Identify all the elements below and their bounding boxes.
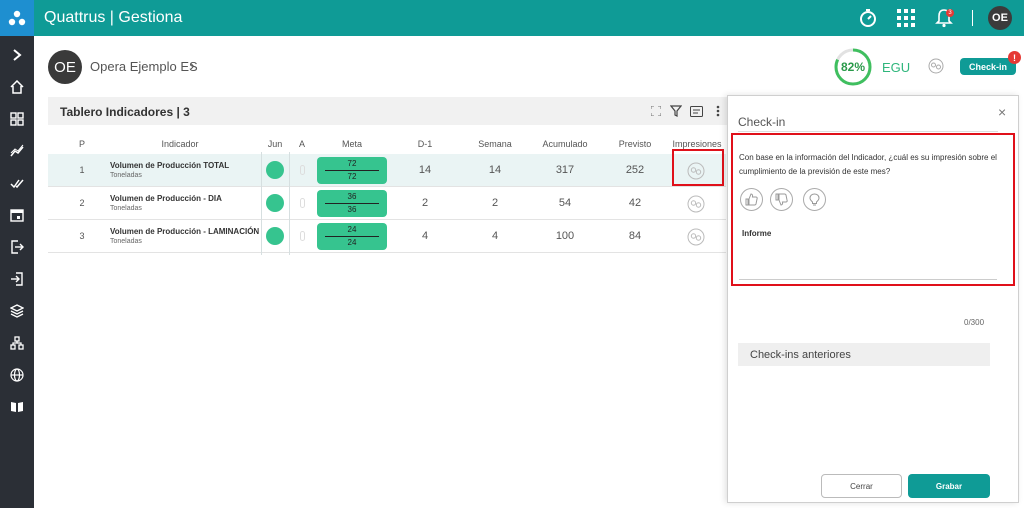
informe-label: Informe bbox=[742, 229, 772, 238]
thumbs-down-icon[interactable] bbox=[770, 188, 793, 211]
impression-question: Con base en la información del Indicador… bbox=[739, 153, 997, 176]
col-a: A bbox=[298, 139, 305, 149]
panel-title: Check-in bbox=[738, 115, 786, 129]
impression-faces-icon[interactable] bbox=[928, 58, 944, 79]
acumulado-value: 100 bbox=[555, 230, 575, 242]
meta-actual: 36 bbox=[347, 205, 357, 214]
unit-label: EGU bbox=[882, 60, 911, 75]
meta-target: 36 bbox=[347, 192, 357, 201]
previsto-value: 252 bbox=[625, 164, 645, 176]
lightbulb-icon[interactable] bbox=[803, 188, 826, 211]
app-logo-icon[interactable] bbox=[0, 0, 34, 36]
meta-actual: 72 bbox=[347, 172, 357, 181]
acumulado-value: 317 bbox=[555, 164, 575, 176]
indicator-unit: Toneladas bbox=[110, 172, 142, 179]
semana-value: 2 bbox=[491, 197, 499, 209]
status-circle[interactable] bbox=[266, 227, 284, 245]
org-chart-icon[interactable] bbox=[0, 331, 34, 355]
semana-value: 14 bbox=[488, 164, 502, 176]
filter-icon[interactable] bbox=[669, 104, 683, 118]
status-circle[interactable] bbox=[266, 161, 284, 179]
thumbs-up-icon[interactable] bbox=[740, 188, 763, 211]
char-counter: 0/300 bbox=[964, 318, 985, 327]
row-position: 2 bbox=[79, 198, 85, 208]
highlight-box bbox=[672, 149, 724, 186]
app-title: Quattrus | Gestiona bbox=[44, 9, 183, 26]
impression-icon[interactable] bbox=[687, 195, 705, 213]
divider bbox=[738, 131, 998, 132]
more-vertical-icon[interactable] bbox=[711, 104, 725, 118]
informe-input[interactable] bbox=[739, 279, 997, 280]
semana-value: 4 bbox=[491, 230, 499, 242]
row-position: 3 bbox=[79, 231, 85, 241]
d1-value: 4 bbox=[421, 230, 429, 242]
attachment-indicator bbox=[300, 231, 305, 241]
col-impresiones: Impresiones bbox=[672, 139, 722, 149]
meta-target: 72 bbox=[347, 159, 357, 168]
previous-checkins-label: Check-ins anteriores bbox=[750, 349, 851, 361]
stopwatch-icon[interactable] bbox=[857, 7, 879, 29]
indicator-name[interactable]: Volumen de Producción - LAMINACIÓN bbox=[110, 227, 259, 236]
notification-count-badge: 3 bbox=[946, 9, 954, 17]
impression-icon[interactable] bbox=[687, 228, 705, 246]
alert-badge: ! bbox=[1008, 51, 1021, 64]
meta-box: 36 36 bbox=[317, 190, 387, 217]
col-semana: Semana bbox=[478, 139, 512, 149]
layers-icon[interactable] bbox=[0, 299, 34, 323]
d1-value: 14 bbox=[418, 164, 432, 176]
apps-grid-icon[interactable] bbox=[895, 7, 917, 29]
meta-divider bbox=[325, 203, 379, 204]
save-button[interactable]: Grabar bbox=[908, 474, 990, 498]
indicator-name[interactable]: Volumen de Producción TOTAL bbox=[110, 161, 229, 170]
board-title: Tablero Indicadores | 3 bbox=[60, 105, 190, 119]
column-divider bbox=[261, 152, 262, 255]
dashboard-icon[interactable] bbox=[0, 107, 34, 131]
row-position: 1 bbox=[79, 165, 85, 175]
user-name[interactable]: Opera Ejemplo ES bbox=[90, 59, 198, 74]
book-icon[interactable] bbox=[0, 395, 34, 419]
previsto-value: 84 bbox=[628, 230, 642, 242]
acumulado-value: 54 bbox=[558, 197, 572, 209]
col-p: P bbox=[78, 139, 85, 149]
col-previsto: Previsto bbox=[618, 139, 652, 149]
meta-target: 24 bbox=[347, 225, 357, 234]
col-acumulado: Acumulado bbox=[542, 139, 588, 149]
status-circle[interactable] bbox=[266, 194, 284, 212]
indicator-unit: Toneladas bbox=[110, 205, 142, 212]
export-icon[interactable] bbox=[0, 235, 34, 259]
column-divider bbox=[289, 152, 290, 255]
meta-box: 24 24 bbox=[317, 223, 387, 250]
trend-icon[interactable] bbox=[0, 139, 34, 163]
meta-box: 72 72 bbox=[317, 157, 387, 184]
home-icon[interactable] bbox=[0, 75, 34, 99]
indicator-unit: Toneladas bbox=[110, 238, 142, 245]
col-meta: Meta bbox=[341, 139, 362, 149]
col-d1: D-1 bbox=[417, 139, 433, 149]
card-view-icon[interactable] bbox=[689, 104, 703, 118]
chevron-right-icon[interactable]: › bbox=[190, 57, 195, 73]
attachment-indicator bbox=[300, 198, 305, 208]
calendar-icon[interactable] bbox=[0, 203, 34, 227]
globe-icon[interactable] bbox=[0, 363, 34, 387]
divider bbox=[972, 10, 973, 26]
meta-actual: 24 bbox=[347, 238, 357, 247]
checkin-button[interactable]: Check-in bbox=[960, 58, 1016, 75]
cancel-button[interactable]: Cerrar bbox=[821, 474, 902, 498]
indicator-name[interactable]: Volumen de Producción - DIA bbox=[110, 194, 222, 203]
expand-icon[interactable] bbox=[649, 104, 663, 118]
user-avatar-top[interactable]: OE bbox=[988, 6, 1012, 30]
previsto-value: 42 bbox=[628, 197, 642, 209]
meta-divider bbox=[325, 236, 379, 237]
d1-value: 2 bbox=[421, 197, 429, 209]
import-icon[interactable] bbox=[0, 267, 34, 291]
user-avatar[interactable]: OE bbox=[48, 50, 82, 84]
meta-divider bbox=[325, 170, 379, 171]
progress-percent: 82% bbox=[840, 60, 866, 74]
attachment-indicator bbox=[300, 165, 305, 175]
col-indicador: Indicador bbox=[161, 139, 199, 149]
col-jun: Jun bbox=[267, 139, 283, 149]
expand-chevron-icon[interactable] bbox=[0, 43, 34, 67]
double-check-icon[interactable] bbox=[0, 171, 34, 195]
close-icon[interactable]: × bbox=[998, 104, 1006, 120]
